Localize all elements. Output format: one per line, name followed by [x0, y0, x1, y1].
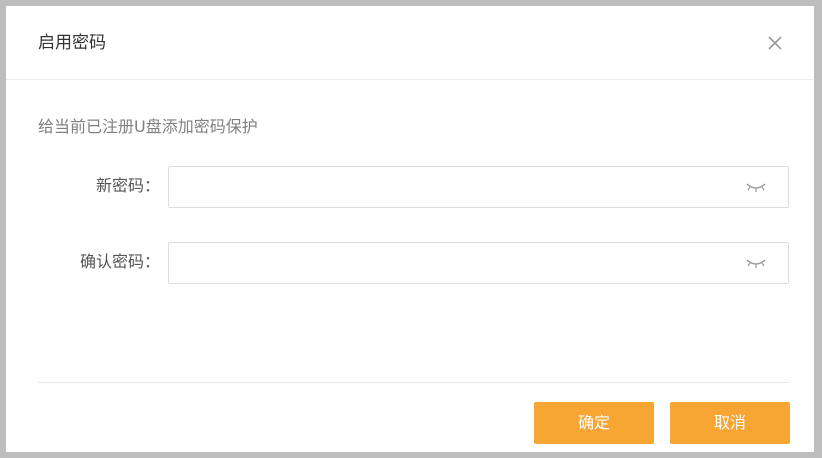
- new-password-input[interactable]: [169, 167, 739, 207]
- eye-closed-icon[interactable]: [745, 179, 767, 195]
- confirm-password-input[interactable]: [169, 243, 739, 283]
- dialog-description: 给当前已注册U盘添加密码保护: [38, 117, 258, 136]
- new-password-field-wrapper: [168, 166, 789, 208]
- cancel-button[interactable]: 取消: [670, 402, 790, 444]
- confirm-password-label: 确认密码：: [79, 252, 160, 271]
- enable-password-dialog: 启用密码 给当前已注册U盘添加密码保护 新密码： 确认密码： 确定 取消: [6, 6, 814, 452]
- dialog-title: 启用密码: [38, 33, 106, 53]
- confirm-password-field-wrapper: [168, 242, 789, 284]
- new-password-label: 新密码：: [95, 176, 160, 195]
- eye-closed-icon[interactable]: [745, 255, 767, 271]
- footer-divider: [38, 382, 789, 383]
- dialog-header: 启用密码: [6, 6, 814, 80]
- close-icon[interactable]: [764, 32, 786, 54]
- confirm-button[interactable]: 确定: [534, 402, 654, 444]
